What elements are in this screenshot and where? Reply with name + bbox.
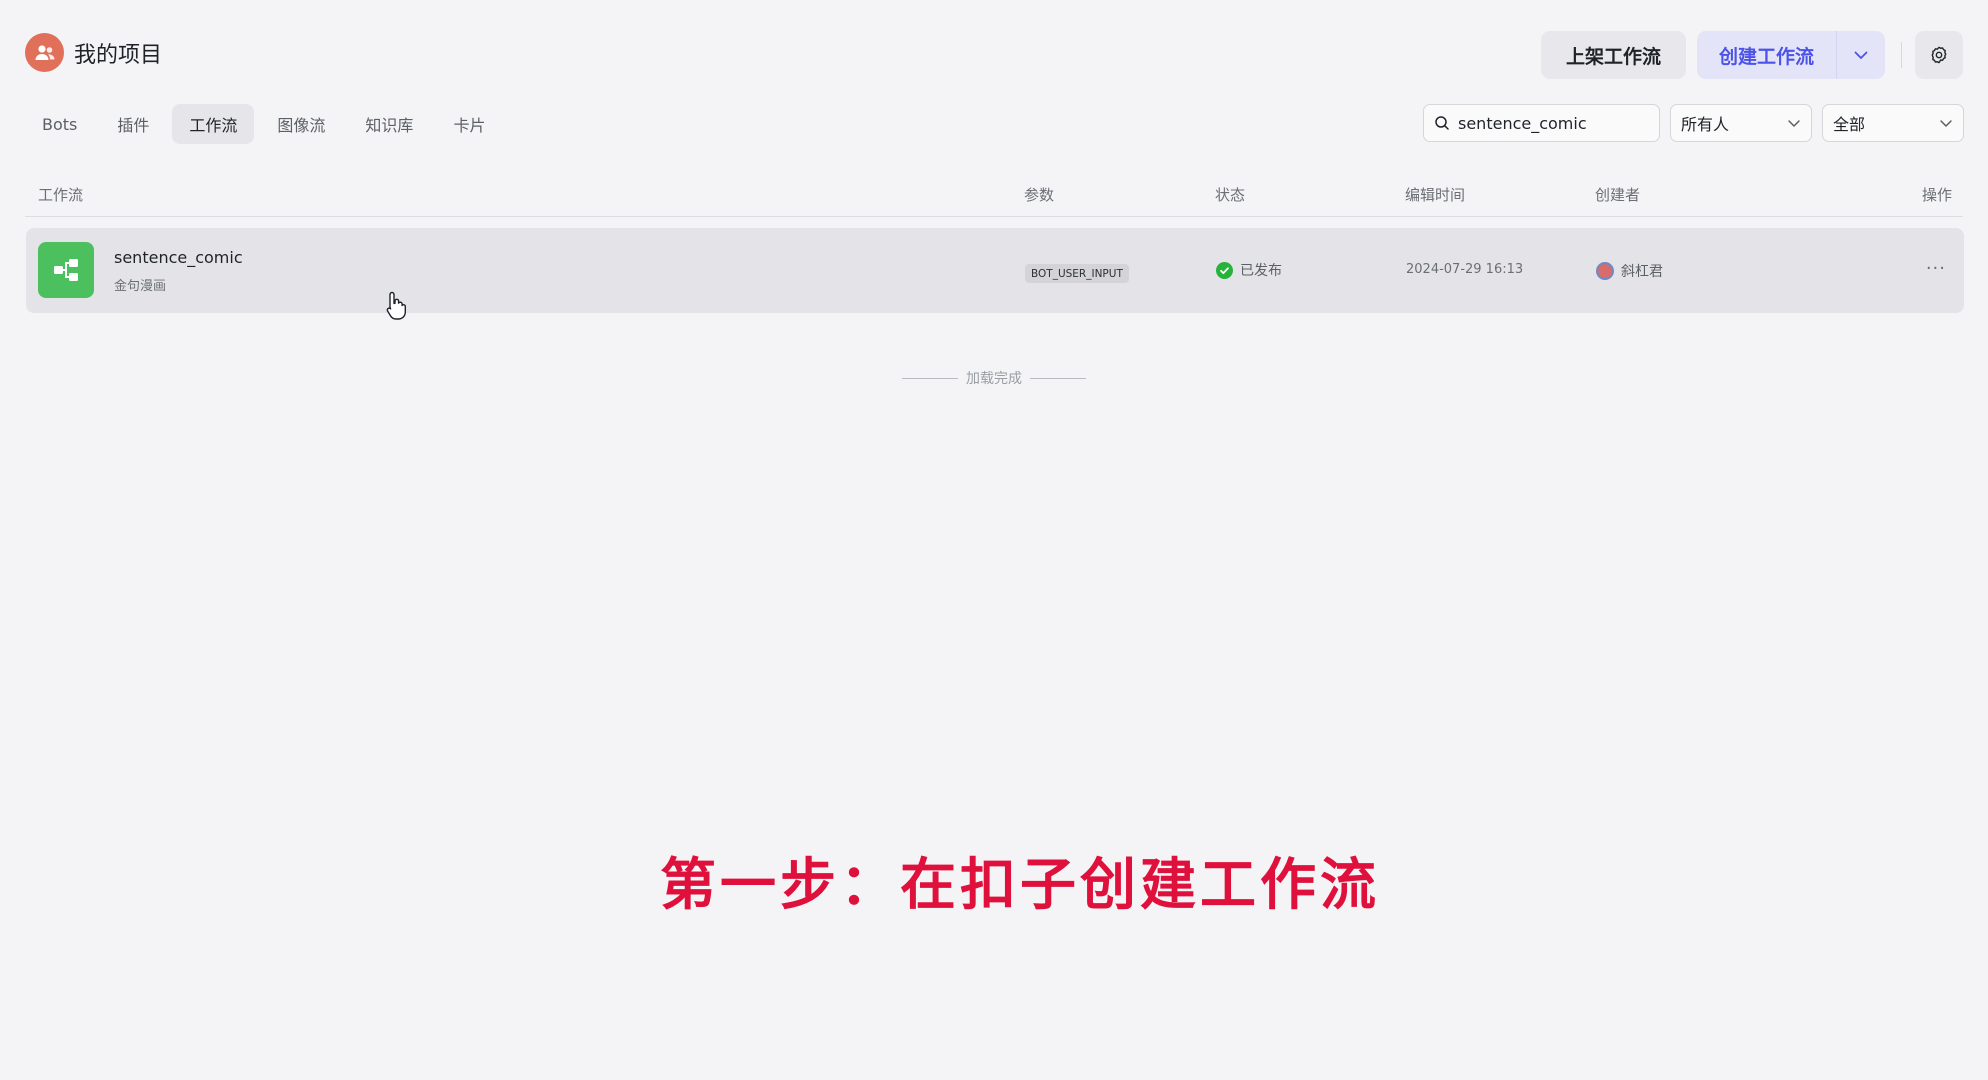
col-status: 状态 xyxy=(1215,186,1246,204)
page-title: 我的项目 xyxy=(74,42,163,68)
search-input[interactable]: sentence_comic xyxy=(1423,104,1660,142)
creator-name: 斜杠君 xyxy=(1621,264,1663,280)
param-badge: BOT_USER_INPUT xyxy=(1025,264,1129,283)
col-workflow: 工作流 xyxy=(38,186,84,204)
resource-tabs: Bots 插件 工作流 图像流 知识库 卡片 xyxy=(25,104,502,144)
check-circle-icon xyxy=(1216,261,1233,279)
chevron-down-icon xyxy=(1854,51,1868,59)
owner-select-value: 所有人 xyxy=(1681,115,1730,134)
tab-cards[interactable]: 卡片 xyxy=(436,104,502,144)
avatar xyxy=(1596,262,1614,280)
tab-imageflows[interactable]: 图像流 xyxy=(260,104,342,144)
status-select[interactable]: 全部 xyxy=(1822,104,1964,142)
col-params: 参数 xyxy=(1024,186,1055,204)
status-badge: 已发布 xyxy=(1216,260,1282,280)
more-actions-button[interactable]: ··· xyxy=(1926,258,1946,279)
header-divider xyxy=(1901,42,1902,68)
col-actions: 操作 xyxy=(1921,186,1952,204)
filter-bar: sentence_comic 所有人 全部 xyxy=(1423,104,1964,142)
workflow-name[interactable]: sentence_comic xyxy=(114,248,243,267)
load-complete-indicator: 加载完成 xyxy=(894,368,1094,388)
chevron-down-icon xyxy=(1940,120,1952,127)
create-workflow-dropdown[interactable] xyxy=(1837,31,1885,79)
hand-cursor-icon xyxy=(386,290,408,324)
project-brand: 我的项目 xyxy=(25,33,162,72)
tutorial-caption: 第一步：在扣子创建工作流 xyxy=(660,853,1380,918)
col-edit-time: 编辑时间 xyxy=(1405,186,1466,204)
chevron-down-icon xyxy=(1788,120,1800,127)
publish-workflow-button[interactable]: 上架工作流 xyxy=(1540,31,1686,79)
status-select-value: 全部 xyxy=(1833,115,1866,134)
header-actions: 上架工作流 创建工作流 xyxy=(1540,31,1963,79)
search-value: sentence_comic xyxy=(1458,113,1587,133)
search-icon xyxy=(1434,115,1450,131)
tab-plugins[interactable]: 插件 xyxy=(100,104,166,144)
table-header: 工作流 参数 状态 编辑时间 创建者 操作 xyxy=(25,177,1963,217)
team-icon xyxy=(25,33,64,72)
settings-button[interactable] xyxy=(1915,31,1963,79)
status-text: 已发布 xyxy=(1240,263,1282,279)
create-workflow-group: 创建工作流 xyxy=(1696,31,1885,79)
table-row[interactable]: sentence_comic 金句漫画 BOT_USER_INPUT 已发布 2… xyxy=(26,228,1964,313)
divider-line xyxy=(902,377,958,379)
workflow-description: 金句漫画 xyxy=(114,279,167,294)
tab-knowledge[interactable]: 知识库 xyxy=(348,104,430,144)
tab-bots[interactable]: Bots xyxy=(25,104,94,144)
page-header: 我的项目 上架工作流 创建工作流 xyxy=(25,31,1963,81)
divider-line xyxy=(1030,377,1086,379)
load-complete-text: 加载完成 xyxy=(966,371,1022,387)
owner-select[interactable]: 所有人 xyxy=(1670,104,1812,142)
edit-time: 2024-07-29 16:13 xyxy=(1406,262,1524,277)
workflow-icon xyxy=(38,242,94,298)
col-creator: 创建者 xyxy=(1595,186,1641,204)
creator: 斜杠君 xyxy=(1596,261,1663,281)
gear-icon xyxy=(1931,46,1947,64)
tab-workflows[interactable]: 工作流 xyxy=(172,104,255,144)
create-workflow-button[interactable]: 创建工作流 xyxy=(1696,31,1837,79)
